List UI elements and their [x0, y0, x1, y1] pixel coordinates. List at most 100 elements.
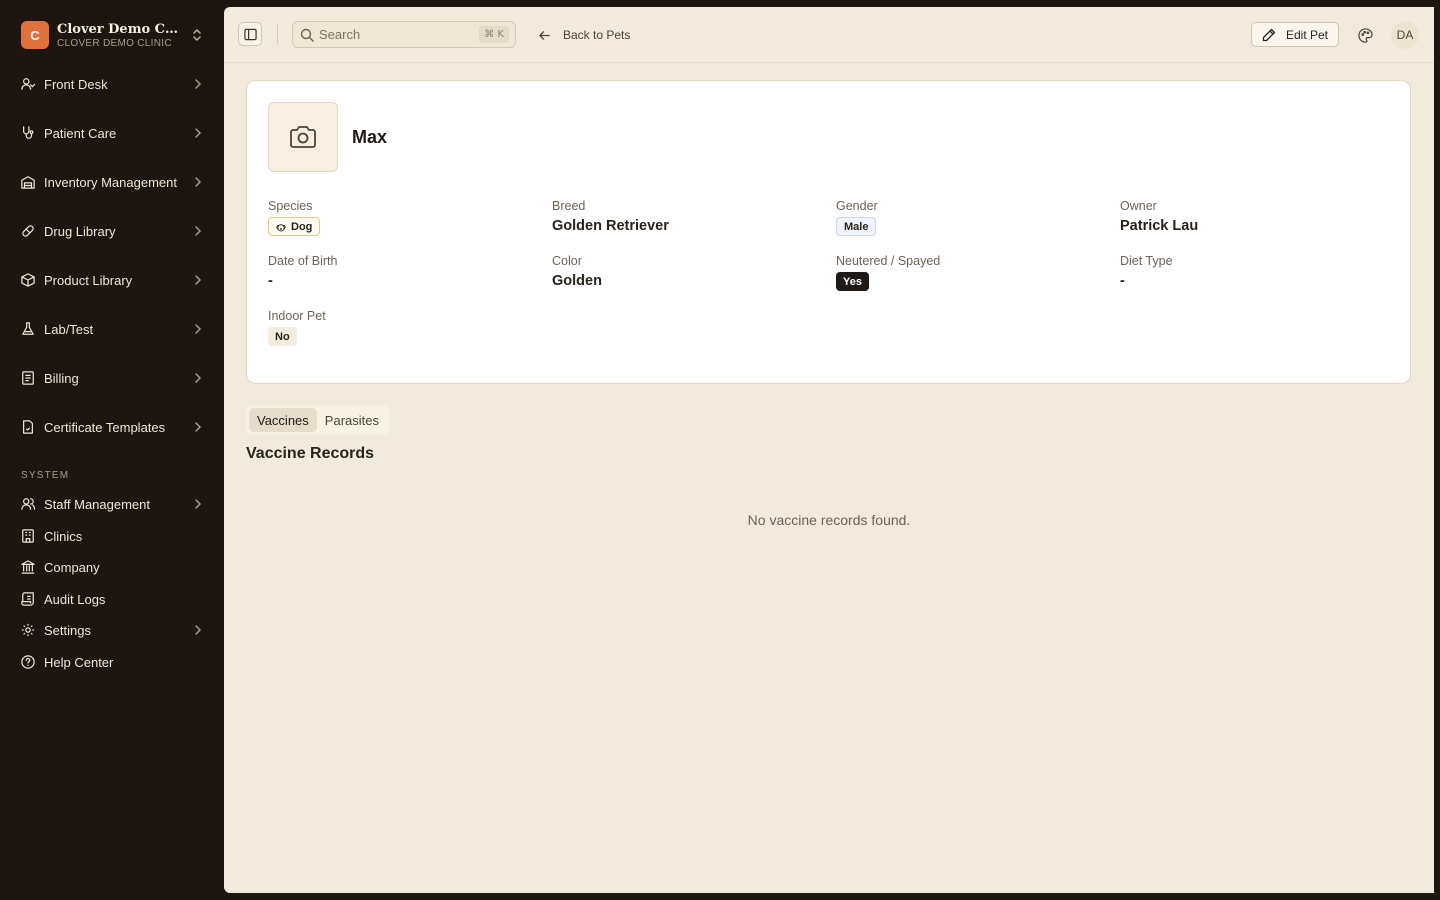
- system-section-label: SYSTEM: [21, 470, 70, 481]
- sidebar-item-product-library[interactable]: Product Library: [16, 265, 210, 295]
- indoor-badge: No: [268, 327, 297, 346]
- edit-pet-label: Edit Pet: [1285, 27, 1329, 42]
- species-label: Species: [268, 199, 313, 213]
- pet-name: Max: [352, 127, 388, 147]
- tab-parasites[interactable]: Parasites: [317, 408, 387, 432]
- sidebar-item-clinics[interactable]: Clinics: [16, 521, 210, 551]
- chevron-right-icon: [190, 76, 206, 92]
- scroll-icon: [18, 589, 38, 609]
- records-tabs: Vaccines Parasites: [246, 405, 390, 435]
- neutered-field: Neutered / Spayed Yes: [836, 254, 1096, 291]
- warehouse-icon: [18, 172, 38, 192]
- sidebar-item-certificate-templates[interactable]: Certificate Templates: [16, 412, 210, 442]
- sidebar-item-label: Drug Library: [44, 223, 116, 239]
- back-link-label: Back to Pets: [563, 28, 631, 42]
- sidebar-item-label: Clinics: [44, 528, 83, 544]
- sidebar-item-label: Settings: [44, 622, 91, 638]
- pet-details-card: Max Species Dog Breed Golden Retriever G…: [246, 80, 1411, 384]
- sidebar-item-patient-care[interactable]: Patient Care: [16, 118, 210, 148]
- color-field: Color Golden: [552, 254, 812, 289]
- chevron-right-icon: [190, 419, 206, 435]
- main-content: ⌘ K Back to Pets Edit Pet DA Max Species…: [224, 7, 1434, 893]
- sidebar-toggle-button[interactable]: [238, 22, 262, 46]
- chevron-right-icon: [190, 125, 206, 141]
- sidebar-item-help-center[interactable]: Help Center: [16, 647, 210, 677]
- indoor-label: Indoor Pet: [268, 309, 326, 323]
- color-label: Color: [552, 254, 582, 268]
- owner-value: Patrick Lau: [1120, 218, 1199, 234]
- pet-photo-upload[interactable]: [268, 102, 338, 172]
- sidebar-item-audit-logs[interactable]: Audit Logs: [16, 584, 210, 614]
- sidebar-item-lab-test[interactable]: Lab/Test: [16, 314, 210, 344]
- diet-label: Diet Type: [1120, 254, 1173, 268]
- search-shortcut-hint: ⌘ K: [479, 26, 509, 43]
- help-circle-icon: [18, 652, 38, 672]
- breed-value: Golden Retriever: [552, 218, 669, 234]
- gender-field: Gender Male: [836, 199, 1096, 236]
- package-icon: [18, 270, 38, 290]
- tab-vaccines[interactable]: Vaccines: [249, 408, 317, 432]
- sidebar-item-label: Audit Logs: [44, 591, 106, 607]
- building-icon: [18, 526, 38, 546]
- chevron-right-icon: [190, 622, 206, 638]
- dob-value: -: [268, 273, 273, 289]
- diet-field: Diet Type -: [1120, 254, 1380, 289]
- gear-icon: [18, 620, 38, 640]
- clinic-switcher[interactable]: C Clover Demo Clini... CLOVER DEMO CLINI…: [21, 20, 211, 50]
- sidebar-item-label: Billing: [44, 370, 79, 386]
- theme-button[interactable]: [1355, 25, 1375, 45]
- sidebar-item-staff-management[interactable]: Staff Management: [16, 489, 210, 519]
- user-desk-icon: [18, 74, 38, 94]
- flask-icon: [18, 319, 38, 339]
- sidebar-item-label: Help Center: [44, 654, 114, 670]
- dob-label: Date of Birth: [268, 254, 338, 268]
- certificate-icon: [18, 417, 38, 437]
- stethoscope-icon: [18, 123, 38, 143]
- neutered-badge: Yes: [836, 272, 869, 291]
- dog-icon: [276, 222, 286, 232]
- sidebar-item-label: Patient Care: [44, 125, 117, 141]
- sidebar-item-label: Staff Management: [44, 496, 150, 512]
- breed-label: Breed: [552, 199, 586, 213]
- search-box[interactable]: ⌘ K: [292, 21, 516, 48]
- chevrons-up-down-icon: [191, 28, 203, 47]
- chevron-right-icon: [190, 223, 206, 239]
- search-input[interactable]: [319, 27, 469, 42]
- sidebar-item-label: Front Desk: [44, 76, 108, 92]
- clinic-name: Clover Demo Clini...: [57, 21, 181, 37]
- sidebar-item-label: Product Library: [44, 272, 133, 288]
- edit-pet-button[interactable]: Edit Pet: [1251, 22, 1339, 47]
- chevron-right-icon: [190, 174, 206, 190]
- landmark-icon: [18, 557, 38, 577]
- clinic-subtitle: CLOVER DEMO CLINIC: [57, 37, 172, 49]
- sidebar-item-drug-library[interactable]: Drug Library: [16, 216, 210, 246]
- sidebar-item-billing[interactable]: Billing: [16, 363, 210, 393]
- species-badge: Dog: [268, 217, 321, 236]
- chevron-right-icon: [190, 370, 206, 386]
- chevron-right-icon: [190, 321, 206, 337]
- species-value: Dog: [291, 220, 313, 233]
- pill-icon: [18, 221, 38, 241]
- camera-icon: [289, 125, 317, 149]
- sidebar-item-label: Inventory Management: [44, 174, 177, 190]
- pencil-icon: [1262, 28, 1276, 42]
- back-to-pets-link[interactable]: Back to Pets: [538, 25, 630, 45]
- gender-label: Gender: [836, 199, 878, 213]
- sidebar-item-front-desk[interactable]: Front Desk: [16, 69, 210, 99]
- palette-icon: [1357, 27, 1373, 43]
- sidebar-item-inventory-management[interactable]: Inventory Management: [16, 167, 210, 197]
- arrow-left-icon: [538, 29, 551, 42]
- owner-field: Owner Patrick Lau: [1120, 199, 1380, 234]
- users-icon: [18, 494, 38, 514]
- dob-field: Date of Birth -: [268, 254, 528, 289]
- owner-label: Owner: [1120, 199, 1157, 213]
- diet-value: -: [1120, 273, 1125, 289]
- indoor-field: Indoor Pet No: [268, 309, 528, 346]
- sidebar-item-company[interactable]: Company: [16, 552, 210, 582]
- sidebar: C Clover Demo Clini... CLOVER DEMO CLINI…: [0, 0, 224, 900]
- user-avatar[interactable]: DA: [1391, 21, 1419, 49]
- sidebar-item-settings[interactable]: Settings: [16, 615, 210, 645]
- chevron-right-icon: [190, 272, 206, 288]
- clinic-logo: C: [21, 21, 49, 49]
- toolbar-divider: [277, 23, 278, 45]
